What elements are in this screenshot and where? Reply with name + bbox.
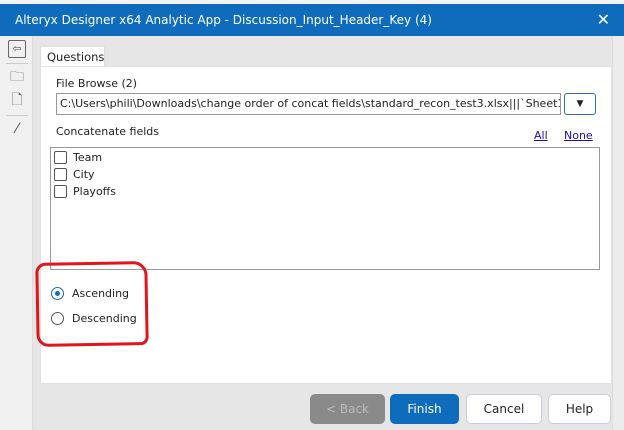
tab-questions[interactable]: Questions [40,46,105,67]
divider [6,63,28,64]
item-label: City [73,168,95,181]
select-none-link[interactable]: None [564,129,593,142]
divider [6,115,28,116]
item-label: Playoffs [73,185,116,198]
list-item[interactable]: City [54,166,95,183]
file-browse-label: File Browse (2) [56,77,138,90]
file-icon[interactable]: 🗋 [8,91,26,109]
scrollbar[interactable] [612,36,624,430]
cancel-button[interactable]: Cancel [466,394,542,424]
magic-wand-icon[interactable]: ⁄ [8,120,26,138]
finish-button[interactable]: Finish [390,394,459,424]
checkbox[interactable] [54,168,67,181]
left-toolbar: ⇦ 🗀 🗋 ⁄ [0,36,33,430]
file-browse-input[interactable]: C:\Users\phili\Downloads\change order of… [56,93,561,115]
checkbox[interactable] [54,151,67,164]
select-all-link[interactable]: All [534,129,548,142]
title-bar: Alteryx Designer x64 Analytic App - Disc… [0,4,624,36]
file-browse-dropdown-button[interactable]: ▼ [564,93,596,115]
item-label: Team [73,151,103,164]
back-button[interactable]: < Back [310,394,385,424]
help-button[interactable]: Help [548,394,611,424]
list-item[interactable]: Team [54,149,102,166]
red-annotation-outline [35,261,149,347]
folder-icon[interactable]: 🗀 [8,68,26,86]
concatenate-fields-label: Concatenate fields [56,125,160,138]
back-arrow-icon[interactable]: ⇦ [8,40,26,58]
close-icon[interactable]: ✕ [597,10,610,29]
checkbox[interactable] [54,185,67,198]
concatenate-fields-list: Team City Playoffs [50,147,600,270]
list-item[interactable]: Playoffs [54,183,116,200]
window-title: Alteryx Designer x64 Analytic App - Disc… [15,13,432,27]
